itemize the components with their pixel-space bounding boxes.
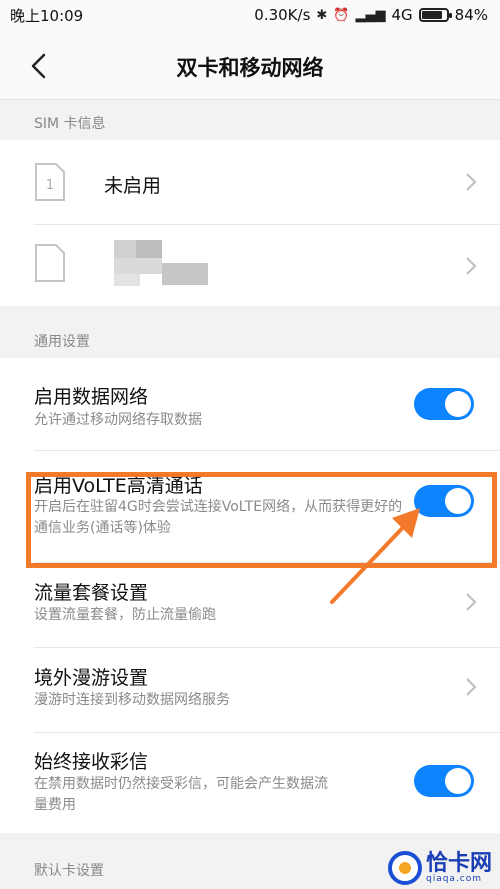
watermark-text: 恰卡网 qiaqa.com [425, 850, 492, 884]
sim-card-icon [35, 244, 65, 282]
title-bar: 双卡和移动网络 [0, 30, 500, 100]
battery-icon [418, 8, 452, 22]
chevron-right-icon [466, 173, 477, 191]
section-label-general: 通用设置 [34, 334, 90, 350]
sim-1-name: 未启用 [104, 175, 162, 197]
general-settings-list: 启用数据网络 允许通过移动网络存取数据 启用VoLTE高清通话 开启后在驻留4G… [0, 358, 500, 833]
setting-title: 境外漫游设置 [34, 667, 149, 689]
setting-subtitle: 开启后在驻留4G时会尝试连接VoLTE网络，从而获得更好的通信业务(通话等)体验 [34, 499, 403, 536]
chevron-right-icon [466, 593, 477, 611]
setting-subtitle: 设置流量套餐，防止流量偷跑 [34, 607, 216, 623]
setting-row-mms[interactable]: 始终接收彩信 在禁用数据时仍然接受彩信，可能会产生数据流量费用 [0, 733, 500, 833]
signal-icon: ▂▄▆ [355, 7, 386, 23]
setting-title: 流量套餐设置 [34, 582, 149, 604]
page-title: 双卡和移动网络 [176, 56, 324, 80]
setting-title: 启用VoLTE高清通话 [34, 475, 203, 497]
data-network-toggle[interactable] [414, 388, 474, 420]
network-type: 4G [391, 6, 413, 24]
svg-text:1: 1 [46, 178, 54, 193]
toggle-knob [445, 768, 471, 794]
status-time: 晚上10:09 [10, 6, 84, 25]
watermark-logo-icon [387, 851, 422, 885]
setting-title: 始终接收彩信 [34, 751, 149, 773]
alarm-off-icon: ⏰ [333, 7, 350, 23]
setting-row-data-network[interactable]: 启用数据网络 允许通过移动网络存取数据 [0, 358, 500, 450]
section-label-default: 默认卡设置 [34, 863, 104, 879]
sim-card-icon: 1 [35, 163, 65, 201]
setting-subtitle: 在禁用数据时仍然接受彩信，可能会产生数据流量费用 [34, 776, 328, 813]
setting-row-roaming[interactable]: 境外漫游设置 漫游时连接到移动数据网络服务 [0, 648, 500, 732]
net-speed: 0.30K/s [254, 6, 311, 24]
setting-title: 启用数据网络 [34, 386, 149, 408]
section-label-sim: SIM 卡信息 [34, 116, 106, 132]
sim-row-2[interactable] [0, 225, 500, 306]
setting-row-data-plan[interactable]: 流量套餐设置 设置流量套餐，防止流量偷跑 [0, 563, 500, 647]
setting-row-volte[interactable]: 启用VoLTE高清通话 开启后在驻留4G时会尝试连接VoLTE网络，从而获得更好… [0, 451, 500, 562]
bluetooth-icon: ✱ [316, 7, 328, 23]
status-bar: 晚上10:09 0.30K/s ✱ ⏰ ▂▄▆ 4G 84% [0, 0, 500, 30]
battery-percent: 84% [454, 6, 488, 24]
volte-toggle[interactable] [414, 485, 474, 517]
watermark-name: 恰卡网 [425, 850, 492, 876]
chevron-right-icon [466, 678, 477, 696]
setting-subtitle: 允许通过移动网络存取数据 [34, 412, 202, 428]
toggle-knob [445, 391, 471, 417]
mms-toggle[interactable] [414, 765, 474, 797]
status-icons: 0.30K/s ✱ ⏰ ▂▄▆ 4G 84% [254, 6, 488, 24]
watermark: 恰卡网 qiaqa.com [387, 850, 492, 885]
toggle-knob [445, 488, 471, 514]
sim-row-1[interactable]: 1 未启用 [0, 140, 500, 224]
chevron-right-icon [466, 257, 477, 275]
sim-card-list: 1 未启用 [0, 140, 500, 306]
setting-subtitle: 漫游时连接到移动数据网络服务 [34, 692, 230, 708]
watermark-domain: qiaqa.com [425, 873, 483, 884]
